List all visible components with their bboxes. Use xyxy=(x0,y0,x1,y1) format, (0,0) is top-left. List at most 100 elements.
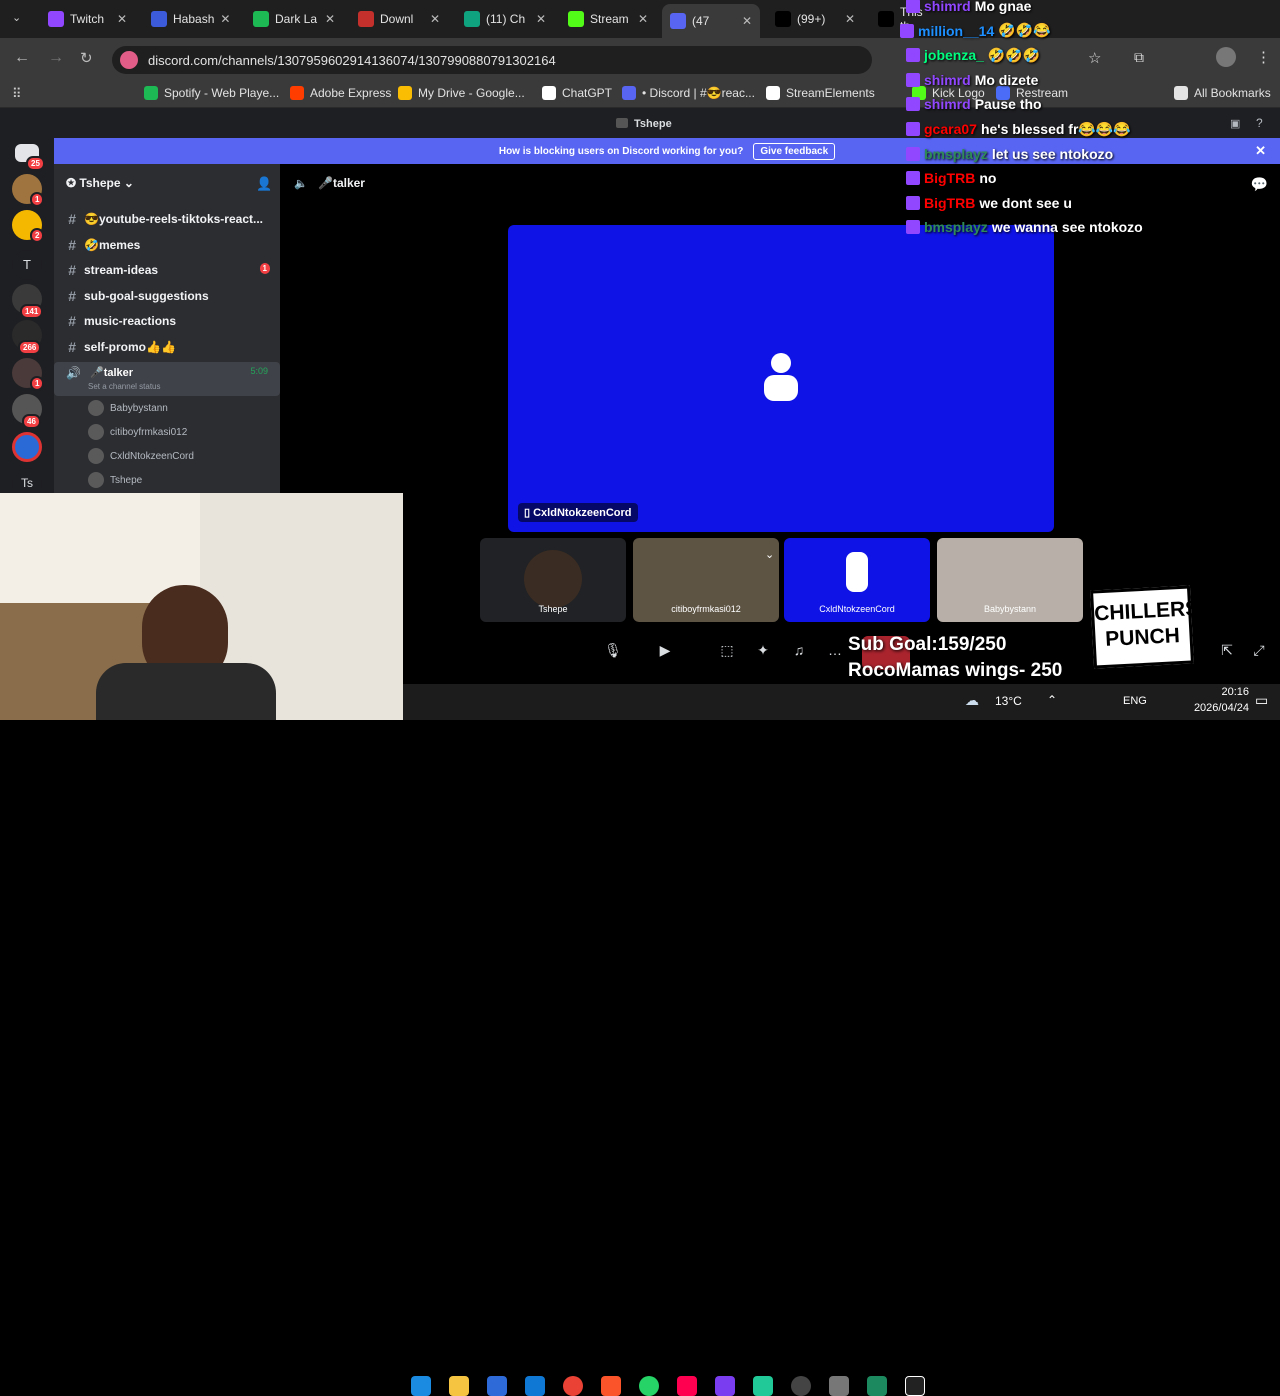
profile-avatar[interactable] xyxy=(1216,47,1236,67)
close-tab-icon[interactable]: ✕ xyxy=(220,12,230,26)
menu-icon[interactable]: ⋮ xyxy=(1256,48,1271,66)
chrome-icon[interactable] xyxy=(563,1376,583,1396)
give-feedback-button[interactable]: Give feedback xyxy=(753,142,836,160)
participant-tile[interactable]: citiboyfrmkasi012 ⌄ xyxy=(633,538,779,622)
back-icon[interactable]: ← xyxy=(14,49,30,67)
brave-icon[interactable] xyxy=(601,1376,621,1396)
language-indicator[interactable]: ENG xyxy=(1123,695,1147,707)
channel-item[interactable]: # stream-ideas 1 xyxy=(54,259,280,281)
browser-tab[interactable]: Dark La ✕ xyxy=(245,6,343,32)
server-name[interactable]: ✪ Tshepe ⌄ xyxy=(66,176,134,190)
whatsapp-icon[interactable] xyxy=(639,1376,659,1396)
file-explorer-icon[interactable] xyxy=(449,1376,469,1396)
screenshare-icon[interactable]: ⬚ xyxy=(718,642,736,660)
voice-user[interactable]: CxldNtokzeenCord xyxy=(88,448,194,464)
voice-user[interactable]: Tshepe xyxy=(88,472,142,488)
microphone-icon[interactable]: 🎙 xyxy=(604,642,622,660)
store-icon[interactable] xyxy=(487,1376,507,1396)
apps-grid-icon[interactable]: ⠿ xyxy=(12,86,22,102)
main-video-tile[interactable]: ▯ CxldNtokzeenCord xyxy=(508,225,1054,532)
server-icon-t[interactable]: T xyxy=(12,250,42,280)
avatar xyxy=(88,472,104,488)
browser-tab[interactable]: (11) Ch ✕ xyxy=(456,6,554,32)
outlook-icon[interactable] xyxy=(525,1376,545,1396)
forward-icon[interactable]: → xyxy=(48,49,64,67)
browser-tab[interactable]: Stream ✕ xyxy=(560,6,656,32)
badge-icon xyxy=(900,23,914,38)
tab-favicon xyxy=(878,11,894,27)
voice-user[interactable]: Babybystann xyxy=(88,400,168,416)
server-icon-8[interactable] xyxy=(12,432,42,462)
browser-tab[interactable]: Downl ✕ xyxy=(350,6,448,32)
tab-search-icon[interactable]: ⌄ xyxy=(12,11,21,24)
bookmark-item[interactable]: Adobe Express xyxy=(290,86,391,100)
browser-tab[interactable]: (47 ✕ xyxy=(662,4,760,38)
notification-icon[interactable]: ▭ xyxy=(1255,692,1268,709)
bookmark-item[interactable]: All Bookmarks xyxy=(1174,86,1271,100)
bookmark-item[interactable]: My Drive - Google... xyxy=(398,86,525,100)
add-member-icon[interactable]: 👤 xyxy=(256,176,272,192)
close-tab-icon[interactable]: ✕ xyxy=(117,12,127,26)
participant-tile[interactable]: Tshepe xyxy=(480,538,626,622)
chat-text: Mo gnae xyxy=(974,0,1032,14)
chevron-down-icon[interactable]: ⌄ xyxy=(765,548,774,561)
voice-channel-talker[interactable]: 🔊 🎤talker 5:09 Set a channel status xyxy=(54,362,280,396)
reload-icon[interactable]: ↻ xyxy=(80,49,93,67)
obs-icon[interactable] xyxy=(791,1376,811,1396)
extensions-icon[interactable]: ⧉ xyxy=(1134,49,1144,66)
channel-item[interactable]: # 🤣memes xyxy=(54,234,280,256)
chat-icon[interactable]: 💬 xyxy=(1251,176,1268,193)
fullscreen-icon[interactable]: ⤢ xyxy=(1250,642,1268,660)
weather-icon[interactable]: ☁ xyxy=(965,692,979,709)
browser-tab[interactable]: (99+) ✕ xyxy=(767,6,863,32)
streamer-shirt xyxy=(96,663,276,720)
close-tab-icon[interactable]: ✕ xyxy=(430,12,440,26)
close-tab-icon[interactable]: ✕ xyxy=(845,12,855,26)
app-icon-3[interactable] xyxy=(867,1376,887,1396)
close-tab-icon[interactable]: ✕ xyxy=(638,12,648,26)
chat-username: BigTRB xyxy=(924,170,976,187)
site-info-icon[interactable] xyxy=(120,51,138,69)
clipchamp-icon[interactable] xyxy=(715,1376,735,1396)
camera-off-icon[interactable]: ▶ xyxy=(656,642,674,660)
participant-tile[interactable]: CxldNtokzeenCord xyxy=(784,538,930,622)
bookmark-favicon xyxy=(144,86,158,100)
bookmark-item[interactable]: StreamElements xyxy=(766,86,875,100)
close-tab-icon[interactable]: ✕ xyxy=(325,12,335,26)
clock-date[interactable]: 2026/04/24 xyxy=(1183,702,1249,714)
popout-icon[interactable]: ⇱ xyxy=(1218,642,1236,660)
channel-item[interactable]: # self-promo👍👍 xyxy=(54,336,280,358)
close-tab-icon[interactable]: ✕ xyxy=(742,14,752,28)
channel-status[interactable]: Set a channel status xyxy=(88,382,161,391)
bookmark-item[interactable]: ChatGPT xyxy=(542,86,612,100)
tiktok-icon[interactable] xyxy=(677,1376,697,1396)
bookmark-item[interactable]: • Discord | #😎reac... xyxy=(622,86,755,100)
url-bar[interactable]: discord.com/channels/1307959602914136074… xyxy=(112,46,872,74)
close-tab-icon[interactable]: ✕ xyxy=(536,12,546,26)
voice-user[interactable]: citiboyfrmkasi012 xyxy=(88,424,187,440)
url-text: discord.com/channels/1307959602914136074… xyxy=(148,52,556,68)
chevron-up-icon[interactable]: ⌃ xyxy=(1047,693,1057,707)
clock-time[interactable]: 20:16 xyxy=(1199,686,1249,698)
chat-username: shimrd xyxy=(924,71,971,88)
soundboard-icon[interactable]: ♫ xyxy=(790,642,808,660)
app-icon[interactable] xyxy=(753,1376,773,1396)
participant-tile[interactable]: Babybystann xyxy=(937,538,1083,622)
activities-icon[interactable]: ✦ xyxy=(754,642,772,660)
hash-icon: # xyxy=(68,287,76,304)
edge-icon[interactable] xyxy=(411,1376,431,1396)
voice-user-name: CxldNtokzeenCord xyxy=(110,450,194,462)
channel-item[interactable]: # sub-goal-suggestions xyxy=(54,285,280,307)
app-icon-2[interactable] xyxy=(829,1376,849,1396)
help-icon[interactable]: ? xyxy=(1256,116,1263,130)
channel-item[interactable]: # 😎youtube-reels-tiktoks-react... xyxy=(54,208,280,230)
channel-item[interactable]: # music-reactions xyxy=(54,310,280,332)
inbox-icon[interactable]: ▣ xyxy=(1230,117,1240,130)
close-icon[interactable]: ✕ xyxy=(1255,143,1266,159)
browser-tab[interactable]: Twitch ✕ xyxy=(40,6,135,32)
browser-tab[interactable]: Habash ✕ xyxy=(143,6,238,32)
bookmark-star-icon[interactable]: ☆ xyxy=(1088,49,1101,67)
more-icon[interactable]: … xyxy=(826,642,844,660)
capcut-icon[interactable] xyxy=(905,1376,925,1396)
bookmark-item[interactable]: Spotify - Web Playe... xyxy=(144,86,279,100)
